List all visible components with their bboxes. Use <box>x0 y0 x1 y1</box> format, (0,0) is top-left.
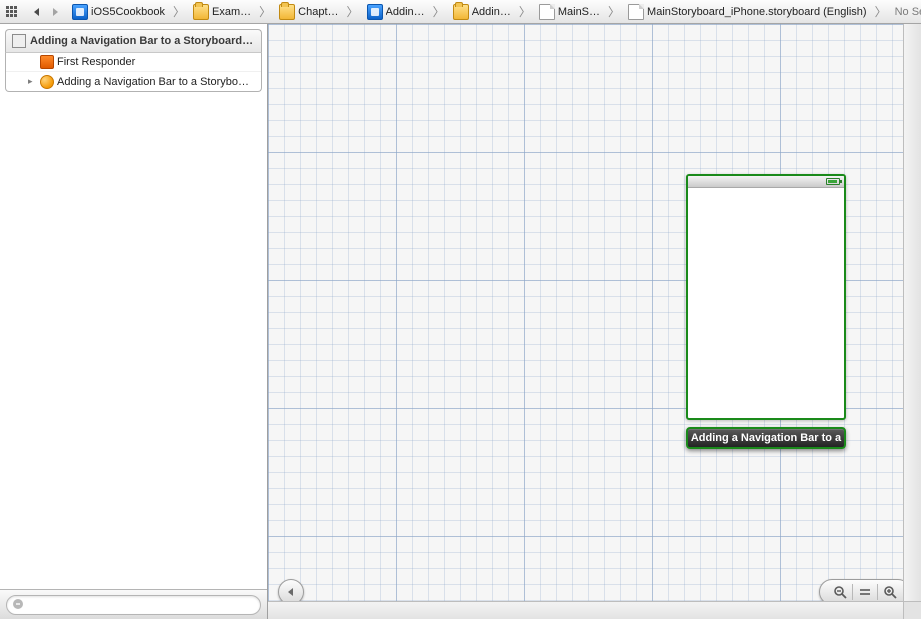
horizontal-scrollbar[interactable] <box>268 601 903 619</box>
jump-bar: iOS5Cookbook 〉 Exam… 〉 Chapt… 〉 Addin… 〉… <box>0 0 921 24</box>
folder-icon <box>193 4 209 20</box>
storyboard-scene[interactable]: Adding a Navigation Bar to a <box>686 174 846 449</box>
outline-scene-title: Adding a Navigation Bar to a Storyboard… <box>30 35 253 47</box>
chevron-right-icon: 〉 <box>171 3 187 20</box>
scene-view[interactable] <box>686 174 846 420</box>
grid-icon <box>6 6 20 17</box>
file-icon <box>628 4 644 20</box>
disclosure-triangle[interactable]: ▸ <box>28 76 37 87</box>
scrollbar-corner <box>903 601 921 619</box>
outline-filter-field[interactable] <box>6 595 261 615</box>
filter-icon <box>13 599 25 611</box>
chevron-right-icon: 〉 <box>873 3 889 20</box>
breadcrumb-label: Chapt… <box>298 6 338 18</box>
breadcrumb-item[interactable]: No Selection <box>893 6 921 18</box>
file-icon <box>539 4 555 20</box>
breadcrumb-item[interactable]: Chapt… <box>277 4 340 20</box>
breadcrumb-item[interactable]: iOS5Cookbook <box>70 4 167 20</box>
breadcrumb-item[interactable]: Addin… <box>451 4 513 20</box>
breadcrumb-label: iOS5Cookbook <box>91 6 165 18</box>
breadcrumb-item[interactable]: MainS… <box>537 4 602 20</box>
zoom-actual-icon <box>858 585 872 599</box>
outline-row-view-controller[interactable]: ▸ Adding a Navigation Bar to a Storybo… <box>6 72 261 91</box>
chevron-right-icon: 〉 <box>345 3 361 20</box>
breadcrumb-item[interactable]: MainStoryboard_iPhone.storyboard (Englis… <box>626 4 869 20</box>
breadcrumb-label: MainS… <box>558 6 600 18</box>
chevron-right-icon: 〉 <box>431 3 447 20</box>
document-outline: Adding a Navigation Bar to a Storyboard…… <box>0 24 268 619</box>
storyboard-canvas[interactable]: Adding a Navigation Bar to a <box>268 24 921 619</box>
project-icon <box>72 4 88 20</box>
view-controller-icon <box>40 75 54 89</box>
scene-label-text: Adding a Navigation Bar to a <box>691 432 841 444</box>
outline-row-label: Adding a Navigation Bar to a Storybo… <box>57 76 249 88</box>
battery-icon <box>826 178 840 185</box>
breadcrumb-label: Exam… <box>212 6 251 18</box>
folder-icon <box>453 4 469 20</box>
breadcrumb-item[interactable]: Addin… <box>365 4 427 20</box>
related-items-button[interactable] <box>4 3 22 21</box>
editor-split: Adding a Navigation Bar to a Storyboard…… <box>0 24 921 619</box>
forward-icon <box>50 7 60 17</box>
outline-filter-input[interactable] <box>29 599 254 611</box>
outline-footer <box>0 589 267 619</box>
breadcrumb-item[interactable]: Exam… <box>191 4 253 20</box>
chevron-right-icon: 〉 <box>517 3 533 20</box>
outline-row-first-responder[interactable]: First Responder <box>6 53 261 72</box>
outline-body: Adding a Navigation Bar to a Storyboard…… <box>0 24 267 589</box>
breadcrumb-label: No Selection <box>895 6 921 18</box>
breadcrumb-label: MainStoryboard_iPhone.storyboard (Englis… <box>647 6 867 18</box>
scene-label[interactable]: Adding a Navigation Bar to a <box>686 427 846 449</box>
back-button[interactable] <box>30 3 44 21</box>
status-bar <box>688 176 844 188</box>
storyboard-icon <box>12 34 26 48</box>
chevron-right-icon: 〉 <box>257 3 273 20</box>
zoom-in-icon <box>883 585 897 599</box>
outline-scene-header[interactable]: Adding a Navigation Bar to a Storyboard… <box>5 29 262 53</box>
outline-scene-body: First Responder ▸ Adding a Navigation Ba… <box>5 53 262 92</box>
back-icon <box>32 7 42 17</box>
chevron-right-icon: 〉 <box>606 3 622 20</box>
first-responder-icon <box>40 55 54 69</box>
zoom-out-icon <box>833 585 847 599</box>
breadcrumb-label: Addin… <box>386 6 425 18</box>
chevron-left-icon <box>286 587 296 597</box>
outline-row-label: First Responder <box>57 56 135 68</box>
project-icon <box>367 4 383 20</box>
folder-icon <box>279 4 295 20</box>
breadcrumb-label: Addin… <box>472 6 511 18</box>
vertical-scrollbar[interactable] <box>903 24 921 601</box>
forward-button[interactable] <box>48 3 62 21</box>
